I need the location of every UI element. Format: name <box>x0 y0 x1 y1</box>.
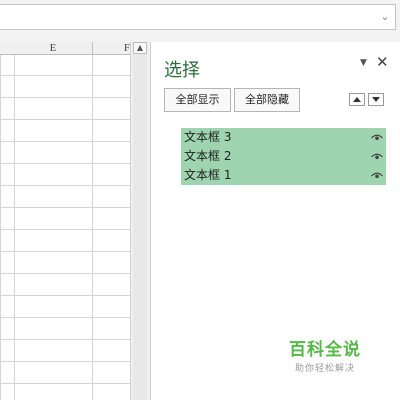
list-item[interactable]: 文本框 3 <box>181 128 386 147</box>
object-label: 文本框 1 <box>184 168 232 182</box>
list-item[interactable]: 文本框 1 <box>181 166 386 185</box>
object-label: 文本框 3 <box>184 130 232 144</box>
scroll-track[interactable] <box>133 54 147 400</box>
eye-icon[interactable] <box>371 172 383 179</box>
pane-options-icon[interactable]: ▼ <box>360 58 367 68</box>
grid-line <box>92 42 93 400</box>
column-header-f[interactable]: F <box>92 42 130 54</box>
eye-icon[interactable] <box>371 153 383 160</box>
object-label: 文本框 2 <box>184 149 232 163</box>
eye-icon[interactable] <box>371 134 383 141</box>
arrow-down-icon <box>372 97 380 102</box>
pane-title: 选择 <box>164 60 200 81</box>
column-header-e[interactable]: E <box>14 42 93 54</box>
scroll-up-button[interactable]: ▲ <box>133 42 147 54</box>
close-icon[interactable]: ✕ <box>376 53 389 71</box>
hide-all-button[interactable]: 全部隐藏 <box>234 88 300 112</box>
move-up-button[interactable] <box>349 93 365 106</box>
watermark-main: 百科全说 <box>289 340 361 360</box>
column-header-row: E F <box>0 42 130 55</box>
show-all-button[interactable]: 全部显示 <box>164 88 231 112</box>
vertical-scrollbar[interactable]: ▲ <box>130 42 150 400</box>
arrow-up-icon <box>353 97 361 102</box>
move-down-button[interactable] <box>368 93 384 106</box>
list-item[interactable]: 文本框 2 <box>181 147 386 166</box>
grid-line <box>14 42 15 400</box>
watermark-sub: 助你轻松解决 <box>294 364 355 374</box>
formula-input[interactable] <box>0 4 396 30</box>
formula-bar: ⌄ <box>0 0 400 42</box>
spreadsheet-grid[interactable]: E F <box>0 42 130 400</box>
watermark-logo: 百科全说 助你轻松解决 <box>285 335 365 374</box>
object-list: 文本框 3 文本框 2 文本框 1 <box>181 128 386 185</box>
chevron-down-icon[interactable]: ⌄ <box>378 10 392 24</box>
